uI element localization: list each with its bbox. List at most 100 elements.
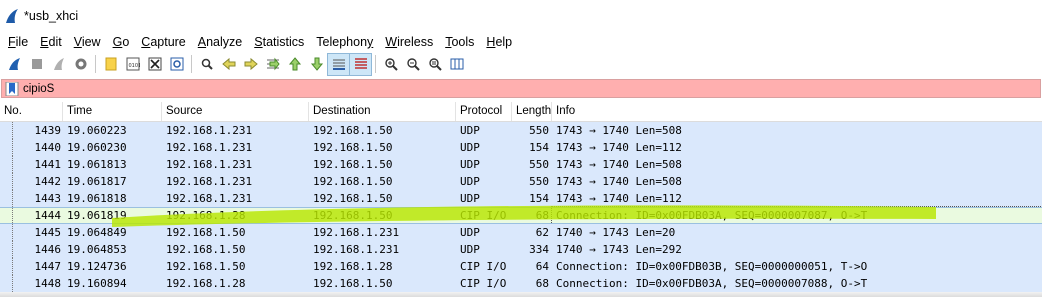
packet-list-header: No. Time Source Destination Protocol Len… xyxy=(0,102,1042,122)
cell-length: 550 xyxy=(529,175,549,188)
go-first-icon[interactable] xyxy=(284,54,305,75)
start-capture-icon[interactable] xyxy=(4,54,25,75)
conversation-tree-line xyxy=(12,275,14,292)
conversation-tree-line xyxy=(12,156,14,173)
display-filter-bar xyxy=(1,79,1041,98)
cell-time: 19.160894 xyxy=(67,277,127,290)
menu-help[interactable]: Help xyxy=(480,35,518,49)
cell-protocol: UDP xyxy=(460,158,480,171)
table-row[interactable]: 1444 19.061819 192.168.1.28 192.168.1.50 CIP… xyxy=(0,206,1042,225)
reload-file-icon[interactable] xyxy=(166,54,187,75)
menu-analyze[interactable]: Analyze xyxy=(192,35,248,49)
menu-capture[interactable]: Capture xyxy=(135,35,191,49)
packet-list: No. Time Source Destination Protocol Len… xyxy=(0,102,1042,292)
cell-source: 192.168.1.50 xyxy=(166,260,246,273)
cell-info: Connection: ID=0x00FDB03A, SEQ=000000708… xyxy=(556,277,868,290)
conversation-tree-line xyxy=(12,258,14,275)
cell-time: 19.060223 xyxy=(67,124,127,137)
colorize-icon[interactable] xyxy=(349,52,372,76)
cell-info: Connection: ID=0x00FDB03B, SEQ=000000005… xyxy=(556,260,868,273)
go-last-icon[interactable] xyxy=(306,54,327,75)
column-header-time[interactable]: Time xyxy=(63,102,162,121)
cell-info: 1740 → 1743 Len=292 xyxy=(556,243,682,256)
table-row[interactable]: 1440 19.060230 192.168.1.231 192.168.1.50 UD… xyxy=(0,139,1042,156)
column-header-destination[interactable]: Destination xyxy=(309,102,456,121)
table-row[interactable]: 1443 19.061818 192.168.1.231 192.168.1.50 UD… xyxy=(0,190,1042,207)
cell-destination: 192.168.1.50 xyxy=(313,124,393,137)
conversation-tree-line xyxy=(12,208,14,225)
zoom-in-icon[interactable] xyxy=(380,54,401,75)
cell-length: 64 xyxy=(535,260,549,273)
toolbar-separator xyxy=(375,55,376,73)
cell-destination: 192.168.1.50 xyxy=(313,277,393,290)
menu-telephony[interactable]: Telephony xyxy=(310,35,379,49)
zoom-normal-icon[interactable] xyxy=(424,54,445,75)
conversation-tree-line xyxy=(12,241,14,258)
cell-no: 1446 xyxy=(34,243,62,256)
cell-destination: 192.168.1.28 xyxy=(313,260,393,273)
cell-destination: 192.168.1.231 xyxy=(313,226,400,239)
cell-protocol: UDP xyxy=(460,141,480,154)
table-row[interactable]: 1446 19.064853 192.168.1.50 192.168.1.231 UD… xyxy=(0,241,1042,258)
cell-source: 192.168.1.231 xyxy=(166,124,253,137)
conversation-tree-line xyxy=(12,190,14,207)
menu-wireless[interactable]: Wireless xyxy=(379,35,439,49)
display-filter-input[interactable] xyxy=(23,82,923,95)
capture-options-icon[interactable] xyxy=(70,54,91,75)
filter-bookmark-icon[interactable] xyxy=(5,81,19,96)
table-row[interactable]: 1448 19.160894 192.168.1.28 192.168.1.50 CIP… xyxy=(0,275,1042,292)
zoom-out-icon[interactable] xyxy=(402,54,423,75)
cell-info: 1743 → 1740 Len=508 xyxy=(556,124,682,137)
cell-info: 1740 → 1743 Len=20 xyxy=(556,226,676,239)
cell-info: 1743 → 1740 Len=112 xyxy=(556,192,682,205)
conversation-tree-line xyxy=(12,139,14,156)
table-row[interactable]: 1445 19.064849 192.168.1.50 192.168.1.231 UD… xyxy=(0,224,1042,241)
table-row[interactable]: 1441 19.061813 192.168.1.231 192.168.1.50 UD… xyxy=(0,156,1042,173)
stop-capture-icon[interactable] xyxy=(26,54,47,75)
table-row[interactable]: 1442 19.061817 192.168.1.231 192.168.1.50 UD… xyxy=(0,173,1042,190)
column-header-no[interactable]: No. xyxy=(0,102,63,121)
cell-source: 192.168.1.28 xyxy=(166,209,246,222)
cell-length: 68 xyxy=(535,277,549,290)
wireshark-fin-icon xyxy=(6,9,18,23)
cell-time: 19.124736 xyxy=(67,260,127,273)
column-header-protocol[interactable]: Protocol xyxy=(456,102,512,121)
table-row[interactable]: 1447 19.124736 192.168.1.50 192.168.1.28 CIP… xyxy=(0,258,1042,275)
cell-destination: 192.168.1.50 xyxy=(313,158,393,171)
cell-protocol: UDP xyxy=(460,226,480,239)
cell-destination: 192.168.1.50 xyxy=(313,175,393,188)
go-back-icon[interactable] xyxy=(218,54,239,75)
menu-view[interactable]: View xyxy=(68,35,107,49)
menu-tools[interactable]: Tools xyxy=(439,35,480,49)
cell-source: 192.168.1.28 xyxy=(166,277,246,290)
packet-rows: 1439 19.060223 192.168.1.231 192.168.1.50 UD… xyxy=(0,122,1042,292)
cell-source: 192.168.1.231 xyxy=(166,192,253,205)
close-file-icon[interactable] xyxy=(144,54,165,75)
cell-info: Connection: ID=0x00FDB03A, SEQ=000000708… xyxy=(551,206,1042,225)
resize-columns-icon[interactable] xyxy=(446,54,467,75)
cell-source: 192.168.1.50 xyxy=(166,226,246,239)
cell-length: 154 xyxy=(529,141,549,154)
packet-details-splitter[interactable] xyxy=(0,292,1042,297)
menu-go[interactable]: Go xyxy=(107,35,136,49)
open-file-icon[interactable] xyxy=(100,54,121,75)
save-file-icon[interactable]: 0101 xyxy=(122,54,143,75)
column-header-length[interactable]: Length xyxy=(512,102,552,121)
menu-file[interactable]: File xyxy=(2,35,34,49)
menu-statistics[interactable]: Statistics xyxy=(248,35,310,49)
autoscroll-icon[interactable] xyxy=(327,52,350,76)
go-to-packet-icon[interactable] xyxy=(262,54,283,75)
cell-length: 62 xyxy=(535,226,549,239)
menu-bar: File Edit View Go Capture Analyze Statistics Te… xyxy=(0,32,1042,52)
find-packet-icon[interactable] xyxy=(196,54,217,75)
restart-capture-icon[interactable] xyxy=(48,54,69,75)
cell-source: 192.168.1.231 xyxy=(166,141,253,154)
menu-edit[interactable]: Edit xyxy=(34,35,68,49)
cell-protocol: CIP I/O xyxy=(460,260,507,273)
column-header-info[interactable]: Info xyxy=(552,102,1042,121)
cell-protocol: UDP xyxy=(460,243,480,256)
table-row[interactable]: 1439 19.060223 192.168.1.231 192.168.1.50 UD… xyxy=(0,122,1042,139)
go-forward-icon[interactable] xyxy=(240,54,261,75)
column-header-source[interactable]: Source xyxy=(162,102,309,121)
cell-no: 1439 xyxy=(34,124,62,137)
